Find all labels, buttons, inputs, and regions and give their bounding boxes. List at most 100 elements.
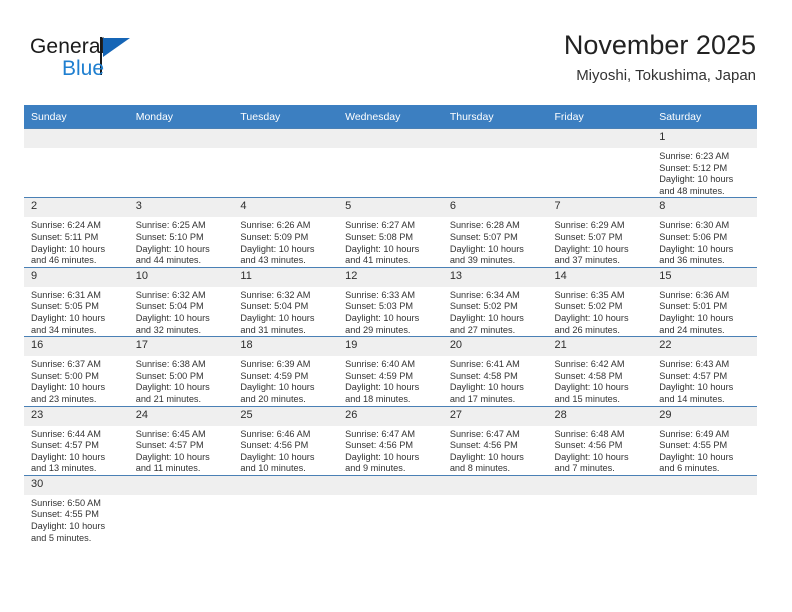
sunset-time: Sunset: 5:11 PM: [31, 231, 99, 242]
calendar-day-cell[interactable]: 4 Sunrise: 6:26 AM Sunset: 5:09 PM Daylight…: [233, 197, 339, 268]
daylight-duration-line2: and 37 minutes.: [554, 255, 620, 266]
calendar-day-cell[interactable]: 3 Sunrise: 6:25 AM Sunset: 5:10 PM Daylight…: [128, 197, 234, 268]
calendar-day-cell[interactable]: 11 Sunrise: 6:32 AM Sunset: 5:04 PM Dayligh…: [233, 266, 339, 337]
calendar-day-cell[interactable]: 2 Sunrise: 6:24 AM Sunset: 5:11 PM Daylight…: [24, 197, 129, 268]
daylight-duration-line1: Daylight: 10 hours: [659, 174, 734, 185]
logo-flag-icon: [103, 38, 130, 57]
day-number: [338, 475, 443, 495]
calendar-day-cell[interactable]: 21 Sunrise: 6:42 AM Sunset: 4:58 PM Dayligh…: [547, 336, 653, 406]
calendar-day-cell[interactable]: 29 Sunrise: 6:49 AM Sunset: 4:55 PM Dayligh…: [652, 405, 757, 476]
sunrise-time: Sunrise: 6:48 AM: [554, 428, 625, 439]
day-cell-content: 7 Sunrise: 6:29 AM Sunset: 5:07 PM Daylight…: [547, 198, 653, 266]
general-blue-logo[interactable]: General Blue: [30, 36, 230, 92]
daylight-duration-line1: Daylight: 10 hours: [345, 382, 420, 393]
calendar-day-cell[interactable]: 22 Sunrise: 6:43 AM Sunset: 4:57 PM Dayligh…: [652, 336, 757, 406]
calendar-day-cell[interactable]: 25 Sunrise: 6:46 AM Sunset: 4:56 PM Dayligh…: [233, 405, 339, 476]
sunrise-time: Sunrise: 6:34 AM: [449, 289, 520, 300]
day-sun-details: Sunrise: 6:40 AM Sunset: 4:59 PM Daylight:…: [338, 356, 443, 405]
day-number: [233, 475, 339, 495]
calendar-day-cell[interactable]: 9 Sunrise: 6:31 AM Sunset: 5:05 PM Daylight…: [24, 266, 129, 337]
day-sun-details: Sunrise: 6:39 AM Sunset: 4:59 PM Daylight:…: [233, 356, 338, 405]
page-title: November 2025: [563, 30, 756, 60]
daylight-duration-line1: Daylight: 10 hours: [31, 451, 106, 462]
day-cell-content: 14 Sunrise: 6:35 AM Sunset: 5:02 PM Dayligh…: [547, 267, 653, 336]
sunset-time: Sunset: 5:02 PM: [449, 301, 518, 312]
calendar-week-row: 9 Sunrise: 6:31 AM Sunset: 5:05 PM Daylight…: [24, 266, 757, 337]
day-sun-details: Sunrise: 6:26 AM Sunset: 5:09 PM Daylight:…: [233, 217, 338, 266]
day-number: 26: [338, 406, 443, 426]
calendar-day-cell[interactable]: 7 Sunrise: 6:29 AM Sunset: 5:07 PM Daylight…: [547, 197, 653, 268]
day-sun-details: Sunrise: 6:32 AM Sunset: 5:04 PM Daylight:…: [233, 287, 338, 336]
day-number: [442, 129, 548, 148]
day-number: 4: [233, 198, 339, 218]
day-sun-details: Sunrise: 6:28 AM Sunset: 5:07 PM Daylight:…: [443, 217, 548, 266]
calendar-day-cell[interactable]: 15 Sunrise: 6:36 AM Sunset: 5:01 PM Dayligh…: [652, 266, 757, 337]
calendar-day-cell[interactable]: 12 Sunrise: 6:33 AM Sunset: 5:03 PM Dayligh…: [338, 266, 443, 337]
sunrise-time: Sunrise: 6:37 AM: [31, 359, 101, 370]
day-cell-content: 21 Sunrise: 6:42 AM Sunset: 4:58 PM Dayligh…: [547, 337, 653, 405]
sunset-time: Sunset: 4:56 PM: [345, 440, 414, 451]
day-sun-details: Sunrise: 6:34 AM Sunset: 5:02 PM Daylight:…: [443, 287, 548, 336]
daylight-duration-line2: and 11 minutes.: [135, 463, 201, 474]
daylight-duration-line1: Daylight: 10 hours: [135, 382, 210, 393]
calendar-day-cell[interactable]: 6 Sunrise: 6:28 AM Sunset: 5:07 PM Daylight…: [442, 197, 548, 268]
day-cell-content: 5 Sunrise: 6:27 AM Sunset: 5:08 PM Daylight…: [338, 198, 443, 266]
daylight-duration-line1: Daylight: 10 hours: [240, 243, 315, 254]
calendar-day-cell[interactable]: 23 Sunrise: 6:44 AM Sunset: 4:57 PM Dayligh…: [24, 405, 129, 476]
daylight-duration-line2: and 27 minutes.: [449, 324, 516, 335]
calendar-day-cell[interactable]: 24 Sunrise: 6:45 AM Sunset: 4:57 PM Dayligh…: [128, 405, 234, 476]
calendar-day-cell-empty: [233, 127, 339, 198]
sunset-time: Sunset: 4:59 PM: [345, 370, 414, 381]
sunrise-time: Sunrise: 6:32 AM: [240, 289, 311, 300]
sunset-time: Sunset: 5:12 PM: [659, 162, 728, 173]
calendar-day-cell[interactable]: 10 Sunrise: 6:32 AM Sunset: 5:04 PM Dayligh…: [128, 266, 234, 337]
calendar-day-cell[interactable]: 17 Sunrise: 6:38 AM Sunset: 5:00 PM Dayligh…: [128, 336, 234, 406]
day-number: 14: [547, 267, 653, 287]
day-sun-details: Sunrise: 6:45 AM Sunset: 4:57 PM Daylight:…: [129, 426, 234, 475]
calendar-day-cell[interactable]: 5 Sunrise: 6:27 AM Sunset: 5:08 PM Daylight…: [338, 197, 443, 268]
day-cell-content: 13 Sunrise: 6:34 AM Sunset: 5:02 PM Dayligh…: [442, 267, 548, 336]
day-number: [338, 129, 443, 148]
sunrise-time: Sunrise: 6:35 AM: [554, 289, 625, 300]
daylight-duration-line1: Daylight: 10 hours: [449, 312, 524, 323]
calendar-week-row: 2 Sunrise: 6:24 AM Sunset: 5:11 PM Daylight…: [24, 197, 757, 268]
day-sun-details: Sunrise: 6:42 AM Sunset: 4:58 PM Daylight:…: [548, 356, 653, 405]
calendar-week-row: 16 Sunrise: 6:37 AM Sunset: 5:00 PM Dayligh…: [24, 336, 757, 406]
sunset-time: Sunset: 5:03 PM: [345, 301, 414, 312]
sunrise-time: Sunrise: 6:46 AM: [240, 428, 311, 439]
calendar-day-cell[interactable]: 19 Sunrise: 6:40 AM Sunset: 4:59 PM Dayligh…: [338, 336, 443, 406]
calendar-day-cell[interactable]: 26 Sunrise: 6:47 AM Sunset: 4:56 PM Dayligh…: [338, 405, 443, 476]
day-cell-content: [547, 129, 653, 197]
calendar-day-cell[interactable]: 28 Sunrise: 6:48 AM Sunset: 4:56 PM Dayligh…: [547, 405, 653, 476]
calendar-day-cell[interactable]: 16 Sunrise: 6:37 AM Sunset: 5:00 PM Dayligh…: [24, 336, 129, 406]
calendar-day-cell[interactable]: 27 Sunrise: 6:47 AM Sunset: 4:56 PM Dayligh…: [442, 405, 548, 476]
calendar-day-cell[interactable]: 20 Sunrise: 6:41 AM Sunset: 4:58 PM Dayligh…: [442, 336, 548, 406]
calendar-day-cell[interactable]: 30 Sunrise: 6:50 AM Sunset: 4:55 PM Dayligh…: [24, 474, 129, 545]
sunset-time: Sunset: 4:58 PM: [449, 370, 518, 381]
calendar-day-cell[interactable]: 18 Sunrise: 6:39 AM Sunset: 4:59 PM Dayligh…: [233, 336, 339, 406]
calendar-day-cell-empty: [547, 127, 653, 198]
calendar-day-cell-empty: [233, 474, 339, 545]
day-number: [233, 129, 339, 148]
calendar-day-cell[interactable]: 14 Sunrise: 6:35 AM Sunset: 5:02 PM Dayligh…: [547, 266, 653, 337]
day-number: 21: [547, 337, 653, 357]
sunrise-time: Sunrise: 6:45 AM: [135, 428, 206, 439]
day-cell-content: 11 Sunrise: 6:32 AM Sunset: 5:04 PM Dayligh…: [233, 267, 339, 336]
daylight-duration-line2: and 10 minutes.: [240, 463, 306, 474]
day-number: 16: [24, 337, 129, 357]
calendar-day-cell[interactable]: 8 Sunrise: 6:30 AM Sunset: 5:06 PM Daylight…: [652, 197, 757, 268]
calendar-header-row: Sunday Monday Tuesday Wednesday Thursday Frid…: [24, 105, 757, 129]
sunset-time: Sunset: 4:56 PM: [449, 440, 518, 451]
daylight-duration-line1: Daylight: 10 hours: [554, 312, 629, 323]
day-cell-content: 10 Sunrise: 6:32 AM Sunset: 5:04 PM Dayligh…: [128, 267, 234, 336]
daylight-duration-line2: and 7 minutes.: [554, 463, 615, 474]
day-number: 19: [338, 337, 443, 357]
daylight-duration-line1: Daylight: 10 hours: [554, 451, 629, 462]
calendar-day-cell-empty: [652, 474, 757, 545]
sunrise-time: Sunrise: 6:44 AM: [31, 428, 101, 439]
calendar-day-cell[interactable]: 13 Sunrise: 6:34 AM Sunset: 5:02 PM Dayligh…: [442, 266, 548, 337]
calendar-week-row: 1 Sunrise: 6:23 AM Sunset: 5:12 PM Daylight…: [24, 127, 757, 198]
sunrise-time: Sunrise: 6:26 AM: [240, 220, 311, 231]
calendar-day-cell[interactable]: 1 Sunrise: 6:23 AM Sunset: 5:12 PM Daylight…: [652, 127, 757, 198]
day-sun-details: Sunrise: 6:36 AM Sunset: 5:01 PM Daylight:…: [652, 287, 757, 336]
